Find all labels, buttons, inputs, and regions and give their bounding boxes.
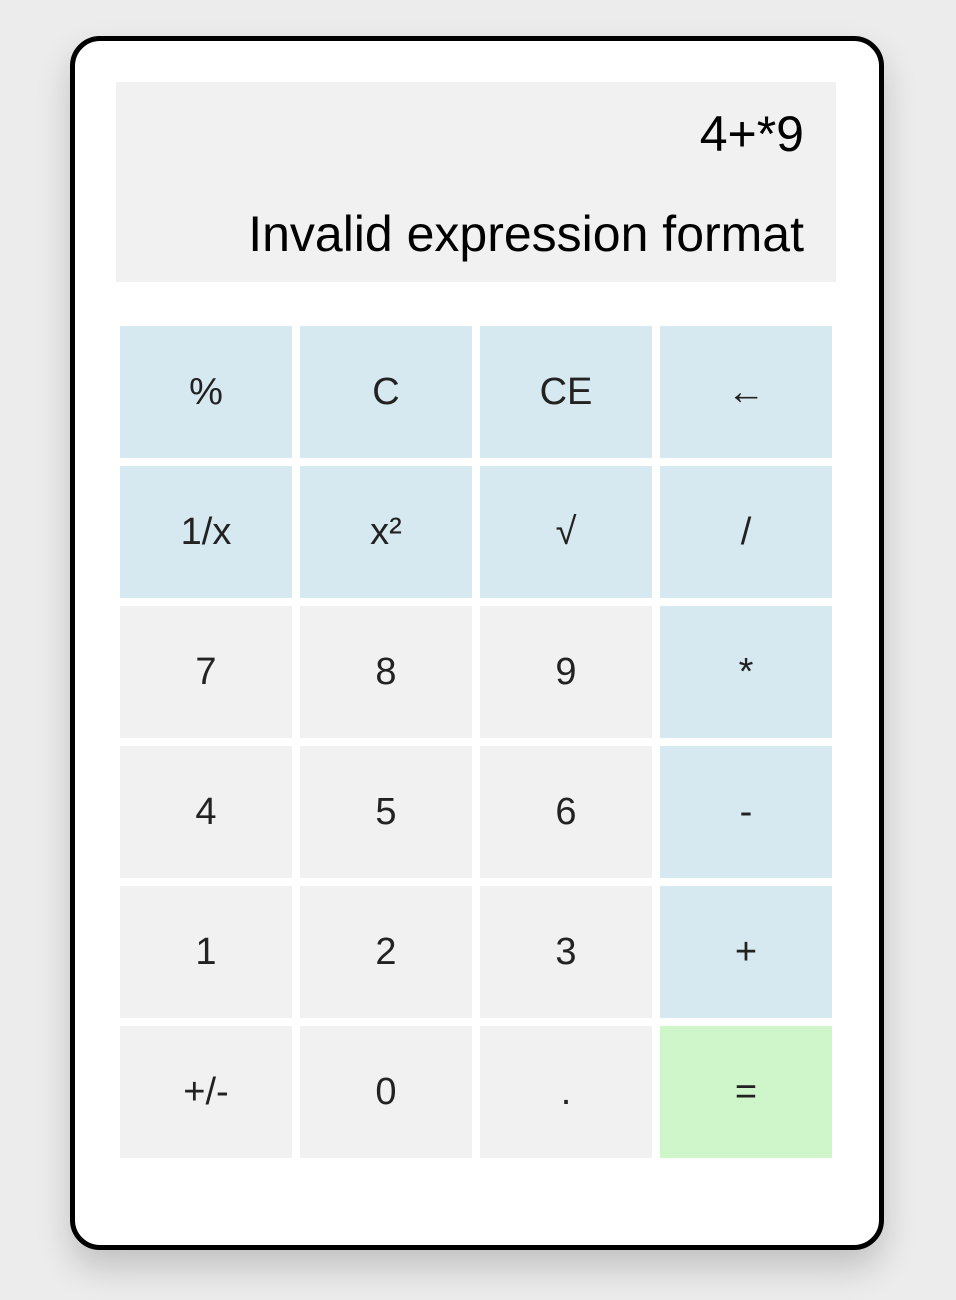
keypad: % C CE ← 1/x x² √/ 7 8 9 * 4 5 6- 1 2 3 + +/- 0. = [120, 326, 832, 1158]
digit-8-key[interactable]: 8 [300, 606, 472, 738]
decimal-key[interactable]: . [480, 1026, 652, 1158]
subtract-key[interactable]: - [660, 746, 832, 878]
divide-key[interactable]: / [660, 466, 832, 598]
expression-text: 4+*9 [699, 106, 804, 162]
add-key[interactable]: + [660, 886, 832, 1018]
clear-entry-key[interactable]: CE [480, 326, 652, 458]
backspace-key[interactable]: ← [660, 326, 832, 458]
negate-key[interactable]: +/- [120, 1026, 292, 1158]
square-key[interactable]: x² [300, 466, 472, 598]
digit-7-key[interactable]: 7 [120, 606, 292, 738]
multiply-key[interactable]: * [660, 606, 832, 738]
digit-0-key[interactable]: 0 [300, 1026, 472, 1158]
digit-6-key[interactable]: 6 [480, 746, 652, 878]
digit-3-key[interactable]: 3 [480, 886, 652, 1018]
reciprocal-key[interactable]: 1/x [120, 466, 292, 598]
equals-key[interactable]: = [660, 1026, 832, 1158]
percent-key[interactable]: % [120, 326, 292, 458]
result-message: Invalid expression format [248, 206, 804, 262]
digit-2-key[interactable]: 2 [300, 886, 472, 1018]
calculator-display: 4+*9 Invalid expression format [116, 82, 836, 282]
digit-4-key[interactable]: 4 [120, 746, 292, 878]
calculator-window: 4+*9 Invalid expression format % C CE ← 1/x x… [70, 36, 884, 1250]
digit-9-key[interactable]: 9 [480, 606, 652, 738]
square-root-key[interactable]: √ [480, 466, 652, 598]
digit-5-key[interactable]: 5 [300, 746, 472, 878]
clear-key[interactable]: C [300, 326, 472, 458]
digit-1-key[interactable]: 1 [120, 886, 292, 1018]
